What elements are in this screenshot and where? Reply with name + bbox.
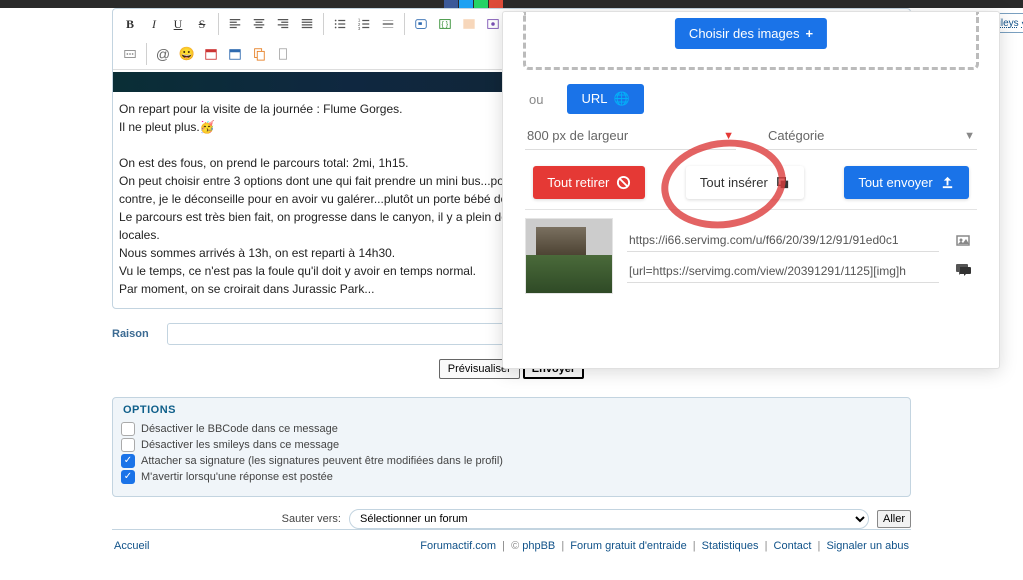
quote-button[interactable] [410, 13, 432, 35]
strike-button[interactable]: S [191, 13, 213, 35]
reason-label: Raison [112, 328, 149, 340]
image-comment-icon[interactable] [949, 261, 977, 280]
jump-go-button[interactable]: Aller [877, 510, 911, 528]
footer-report-link[interactable]: Signaler un abus [826, 540, 909, 552]
choose-images-button[interactable]: Choisir des images+ [675, 18, 827, 49]
footer-phpbb-link[interactable]: phpBB [522, 540, 555, 552]
italic-button[interactable]: I [143, 13, 165, 35]
or-label: ou [529, 92, 543, 107]
hidden-button[interactable] [482, 13, 504, 35]
align-right-button[interactable] [272, 13, 294, 35]
time-button[interactable] [224, 43, 246, 65]
more-button[interactable] [119, 43, 141, 65]
upload-icon [940, 175, 955, 190]
copy-icon [775, 175, 790, 190]
footer-contact-link[interactable]: Contact [774, 540, 812, 552]
remove-all-button[interactable]: Tout retirer [533, 166, 645, 199]
image-url-field[interactable] [627, 229, 939, 252]
options-panel: OPTIONS Désactiver le BBCode dans ce mes… [112, 397, 911, 497]
image-thumbnail[interactable] [525, 218, 613, 294]
footer-home-link[interactable]: Accueil [114, 540, 149, 552]
globe-icon: 🌐 [613, 91, 629, 106]
date-button[interactable] [200, 43, 222, 65]
url-button[interactable]: URL🌐 [567, 84, 643, 114]
opt-notify-label: M'avertir lorsqu'une réponse est postée [141, 471, 333, 483]
browser-chrome [0, 0, 1023, 8]
list-ol-button[interactable]: 123 [353, 13, 375, 35]
image-uploader-popup: Choisir des images+ ou URL🌐 800 px de la… [502, 11, 1000, 369]
align-center-button[interactable] [248, 13, 270, 35]
underline-button[interactable]: U [167, 13, 189, 35]
chevron-down-icon: ▼ [723, 130, 734, 142]
mention-button[interactable]: @ [152, 43, 174, 65]
footer-stats-link[interactable]: Statistiques [702, 540, 759, 552]
image-action-icon[interactable] [949, 232, 977, 251]
list-ul-button[interactable] [329, 13, 351, 35]
code-button[interactable]: { } [434, 13, 456, 35]
align-left-button[interactable] [224, 13, 246, 35]
emoji-button[interactable]: 😀 [176, 43, 198, 65]
plus-icon: + [805, 26, 813, 41]
uploaded-images-list [525, 209, 977, 294]
opt-signature-checkbox[interactable] [121, 454, 135, 468]
options-title: OPTIONS [123, 404, 902, 416]
svg-text:{ }: { } [442, 22, 449, 29]
forbid-icon [616, 175, 631, 190]
jump-label: Sauter vers: [282, 513, 341, 525]
insert-all-button[interactable]: Tout insérer [686, 166, 804, 199]
jump-select[interactable]: Sélectionner un forum [349, 509, 869, 529]
image-bbcode-field[interactable] [627, 260, 939, 283]
hr-button[interactable] [377, 13, 399, 35]
opt-smileys-label: Désactiver les smileys dans ce message [141, 439, 339, 451]
opt-notify-checkbox[interactable] [121, 470, 135, 484]
chevron-down-icon: ▼ [964, 130, 975, 142]
footer-forumactif-link[interactable]: Forumactif.com [420, 540, 496, 552]
category-select[interactable]: Catégorie▼ [766, 122, 977, 150]
footer-copy: © [511, 540, 522, 552]
page-button[interactable] [272, 43, 294, 65]
uploaded-image-row [525, 210, 977, 294]
jump-to-row: Sauter vers: Sélectionner un forum Aller [112, 509, 911, 529]
opt-bbcode-label: Désactiver le BBCode dans ce message [141, 423, 338, 435]
align-justify-button[interactable] [296, 13, 318, 35]
sun-emoji-icon: 🥳 [200, 118, 215, 136]
paste-button[interactable] [248, 43, 270, 65]
footer-help-link[interactable]: Forum gratuit d'entraide [570, 540, 686, 552]
svg-text:3: 3 [358, 26, 361, 31]
opt-signature-label: Attacher sa signature (les signatures pe… [141, 455, 503, 467]
page-footer: Accueil Forumactif.com | © phpBB | Forum… [112, 529, 911, 560]
opt-bbcode-checkbox[interactable] [121, 422, 135, 436]
opt-smileys-checkbox[interactable] [121, 438, 135, 452]
width-select[interactable]: 800 px de largeur▼ [525, 122, 736, 150]
bold-button[interactable]: B [119, 13, 141, 35]
spoiler-button[interactable] [458, 13, 480, 35]
send-all-button[interactable]: Tout envoyer [844, 166, 968, 199]
dropzone[interactable]: Choisir des images+ [523, 12, 979, 70]
